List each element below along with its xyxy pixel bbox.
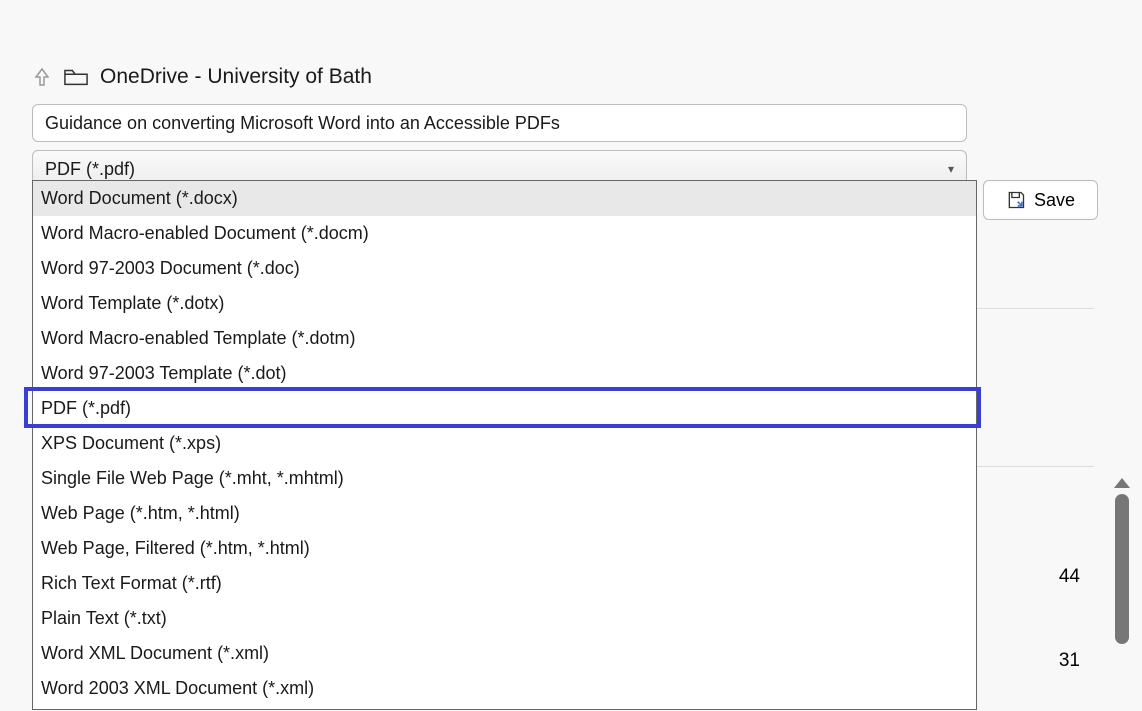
file-type-option[interactable]: Word 2003 XML Document (*.xml) xyxy=(33,671,976,706)
file-type-option[interactable]: Web Page, Filtered (*.htm, *.html) xyxy=(33,531,976,566)
file-type-option[interactable]: Strict Open XML Document (*.docx) xyxy=(33,706,976,710)
folder-icon xyxy=(64,67,88,87)
file-type-option[interactable]: PDF (*.pdf) xyxy=(33,391,976,426)
up-arrow-icon[interactable] xyxy=(32,67,52,87)
file-type-option[interactable]: XPS Document (*.xps) xyxy=(33,426,976,461)
scroll-up-icon[interactable] xyxy=(1114,478,1130,488)
file-type-dropdown[interactable]: Word Document (*.docx)Word Macro-enabled… xyxy=(32,180,977,710)
bg-number: 31 xyxy=(1059,650,1080,672)
file-type-option[interactable]: Plain Text (*.txt) xyxy=(33,601,976,636)
scrollbar-thumb[interactable] xyxy=(1115,494,1129,644)
file-type-option[interactable]: Word Macro-enabled Template (*.dotm) xyxy=(33,321,976,356)
breadcrumb: OneDrive - University of Bath xyxy=(32,62,967,92)
chevron-down-icon: ▾ xyxy=(948,162,954,176)
scrollbar[interactable] xyxy=(1112,478,1132,698)
bg-number: 44 xyxy=(1059,566,1080,588)
file-type-option[interactable]: Word 97-2003 Template (*.dot) xyxy=(33,356,976,391)
file-type-option[interactable]: Web Page (*.htm, *.html) xyxy=(33,496,976,531)
save-as-dialog: OneDrive - University of Bath PDF (*.pdf… xyxy=(32,62,967,188)
save-button[interactable]: Save xyxy=(983,180,1098,220)
file-type-option[interactable]: Word XML Document (*.xml) xyxy=(33,636,976,671)
file-type-option[interactable]: Word Macro-enabled Document (*.docm) xyxy=(33,216,976,251)
save-icon xyxy=(1006,190,1026,210)
location-label[interactable]: OneDrive - University of Bath xyxy=(100,65,372,89)
file-type-option[interactable]: Rich Text Format (*.rtf) xyxy=(33,566,976,601)
file-type-option[interactable]: Word Template (*.dotx) xyxy=(33,286,976,321)
save-button-label: Save xyxy=(1034,190,1075,211)
file-type-option[interactable]: Word Document (*.docx) xyxy=(33,181,976,216)
file-type-option[interactable]: Single File Web Page (*.mht, *.mhtml) xyxy=(33,461,976,496)
filename-input[interactable] xyxy=(32,104,967,142)
file-type-option[interactable]: Word 97-2003 Document (*.doc) xyxy=(33,251,976,286)
file-type-selected-label: PDF (*.pdf) xyxy=(45,159,135,180)
